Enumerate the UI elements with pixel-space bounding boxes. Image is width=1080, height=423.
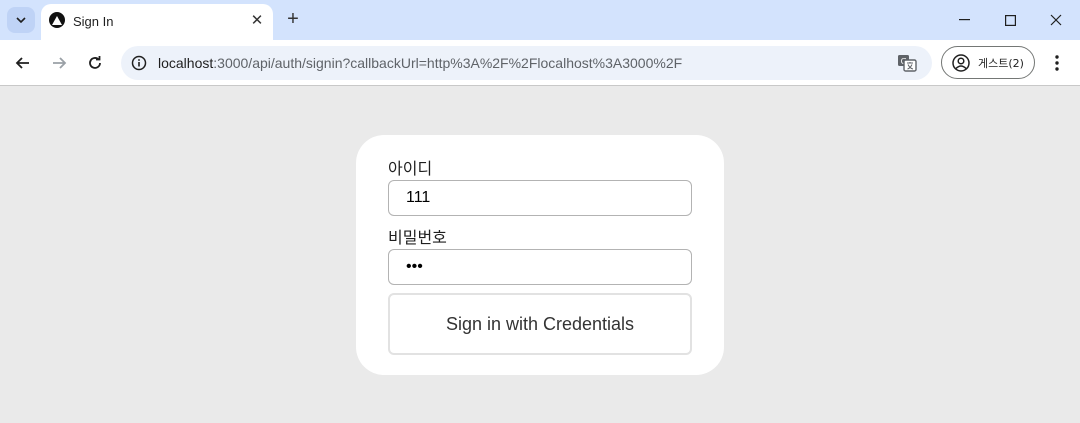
id-label: 아이디 [388, 159, 433, 178]
browser-tab[interactable]: Sign In ✕ [41, 4, 273, 40]
address-bar[interactable]: localhost:3000/api/auth/signin?callbackU… [121, 46, 932, 80]
tab-title: Sign In [73, 14, 114, 29]
url-path: :3000/api/auth/signin?callbackUrl=http%3… [213, 55, 683, 71]
password-label: 비밀번호 [388, 228, 447, 247]
back-button[interactable] [8, 48, 38, 78]
url-text[interactable]: localhost:3000/api/auth/signin?callbackU… [158, 55, 682, 71]
maximize-button[interactable] [987, 0, 1033, 40]
id-input[interactable] [388, 180, 692, 216]
tab-search-button[interactable] [7, 7, 35, 33]
translate-icon[interactable]: G [897, 54, 917, 72]
minimize-button[interactable] [941, 0, 987, 40]
browser-titlebar: Sign In ✕ + [0, 0, 1080, 40]
info-icon [131, 55, 147, 71]
url-host: localhost [158, 55, 214, 71]
chevron-down-icon [16, 17, 26, 23]
site-info-button[interactable] [129, 53, 149, 73]
close-icon [1050, 14, 1062, 26]
arrow-right-icon [53, 57, 67, 69]
browser-menu-button[interactable] [1046, 50, 1068, 76]
close-window-button[interactable] [1033, 0, 1079, 40]
tab-close-icon[interactable]: ✕ [247, 10, 267, 30]
profile-button[interactable]: 게스트(2) [941, 46, 1035, 79]
reload-icon [89, 56, 101, 69]
new-tab-button[interactable]: + [283, 8, 303, 30]
password-input[interactable] [388, 249, 692, 285]
forward-button[interactable] [44, 48, 74, 78]
reload-button[interactable] [80, 48, 110, 78]
browser-toolbar: localhost:3000/api/auth/signin?callbackU… [0, 40, 1080, 86]
signin-card: 아이디 비밀번호 Sign in with Credentials [356, 135, 724, 375]
signin-credentials-button[interactable]: Sign in with Credentials [388, 293, 692, 355]
profile-label: 게스트(2) [978, 56, 1024, 70]
more-vert-icon [1055, 55, 1059, 71]
account-circle-icon [952, 53, 970, 72]
arrow-left-icon [15, 57, 29, 69]
maximize-icon [1004, 14, 1016, 26]
nextjs-favicon-icon [49, 12, 65, 28]
minimize-icon [958, 19, 970, 21]
